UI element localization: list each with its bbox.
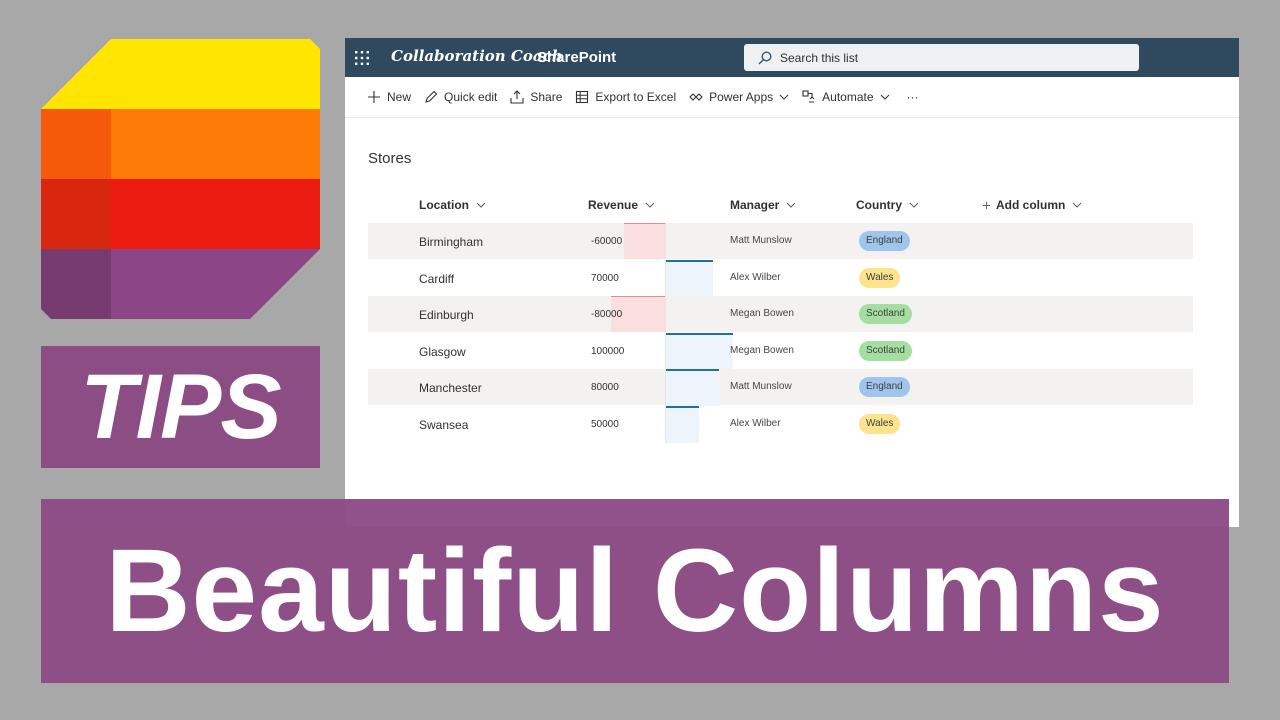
plus-icon [982,201,991,209]
chevron-down-icon [787,202,796,208]
table-row[interactable]: Edinburgh -80000 Megan Bowen Scotland [368,296,1193,332]
column-header-revenue[interactable]: Revenue [588,198,655,212]
chevron-down-icon [645,202,655,208]
app-name[interactable]: SharePoint [537,49,616,66]
revenue-zero-axis [665,223,666,259]
revenue-cell: 80000 [591,382,619,393]
country-pill: Scotland [859,340,912,361]
search-icon [758,50,772,64]
location-cell[interactable]: Birmingham [419,235,483,249]
column-header-manager[interactable]: Manager [730,198,796,212]
sharepoint-window: Collaboration Coach SharePoint Search th… [345,38,1239,527]
chevron-down-icon [1072,202,1082,208]
power-apps-icon [689,93,703,101]
manager-cell[interactable]: Matt Munslow [730,235,792,246]
column-header-country[interactable]: Country [856,198,919,212]
title-banner: Beautiful Columns [41,499,1229,683]
country-pill: Wales [859,413,901,434]
revenue-cell: 50000 [591,418,619,430]
share-icon [510,90,524,104]
revenue-cell: -60000 [591,236,623,247]
revenue-data-bar [665,405,699,443]
revenue-cell: 100000 [591,345,625,357]
more-button[interactable]: ··· [907,90,919,104]
revenue-zero-axis [665,405,666,442]
revenue-zero-axis [665,296,666,332]
table-row[interactable]: Swansea 50000 Alex Wilber Wales [368,405,1193,443]
location-cell[interactable]: Swansea [419,418,468,432]
banner-title: Beautiful Columns [105,525,1165,657]
revenue-zero-axis [665,259,666,296]
tips-label: TIPS [80,355,281,458]
manager-cell[interactable]: Matt Munslow [730,381,792,392]
table-row[interactable]: Manchester 80000 Matt Munslow England [368,369,1193,406]
tips-label-box: TIPS [41,346,320,468]
manager-cell[interactable]: Alex Wilber [730,272,781,283]
add-column-button[interactable]: Add column [982,198,1082,212]
list-title: Stores [368,150,412,167]
country-pill: Wales [859,267,901,288]
country-pill: Scotland [859,304,912,324]
revenue-cell: 70000 [591,272,619,284]
table-row[interactable]: Birmingham -60000 Matt Munslow England [368,223,1193,259]
share-button[interactable]: Share [510,90,562,104]
quick-edit-button[interactable]: Quick edit [424,90,497,104]
revenue-cell: -80000 [591,309,623,320]
manager-cell[interactable]: Megan Bowen [730,345,794,356]
location-cell[interactable]: Cardiff [419,272,454,286]
new-button[interactable]: New [367,90,411,104]
revenue-data-bar [665,369,719,406]
export-excel-button[interactable]: Export to Excel [575,90,676,104]
revenue-data-bar [665,332,733,370]
chevron-down-icon [880,94,889,100]
excel-icon [576,90,589,104]
table-row[interactable]: Glasgow 100000 Megan Bowen Scotland [368,332,1193,370]
app-launcher-icon[interactable] [355,51,369,65]
country-pill: England [859,231,910,251]
column-header-location[interactable]: Location [419,198,486,212]
country-pill: England [859,377,910,397]
plus-icon [368,91,380,103]
pencil-icon [425,90,438,103]
revenue-zero-axis [665,332,666,369]
lists-logo-icon [41,39,320,319]
chevron-down-icon [779,94,789,100]
chevron-down-icon [909,202,919,208]
revenue-zero-axis [665,369,666,405]
location-cell[interactable]: Edinburgh [419,308,474,322]
automate-icon [802,90,815,103]
automate-button[interactable]: Automate [802,90,889,104]
location-cell[interactable]: Glasgow [419,345,466,359]
power-apps-button[interactable]: Power Apps [689,90,789,104]
manager-cell[interactable]: Alex Wilber [730,418,781,429]
search-input[interactable]: Search this list [780,51,858,65]
table-row[interactable]: Cardiff 70000 Alex Wilber Wales [368,259,1193,297]
revenue-data-bar [665,259,713,297]
search-box[interactable]: Search this list [744,44,1139,71]
command-bar: New Quick edit Share Export to Excel Pow… [345,77,1239,118]
manager-cell[interactable]: Megan Bowen [730,308,794,319]
chevron-down-icon [476,202,486,208]
location-cell[interactable]: Manchester [419,381,482,395]
suite-bar: Collaboration Coach SharePoint Search th… [345,38,1239,77]
revenue-data-bar [624,223,665,259]
